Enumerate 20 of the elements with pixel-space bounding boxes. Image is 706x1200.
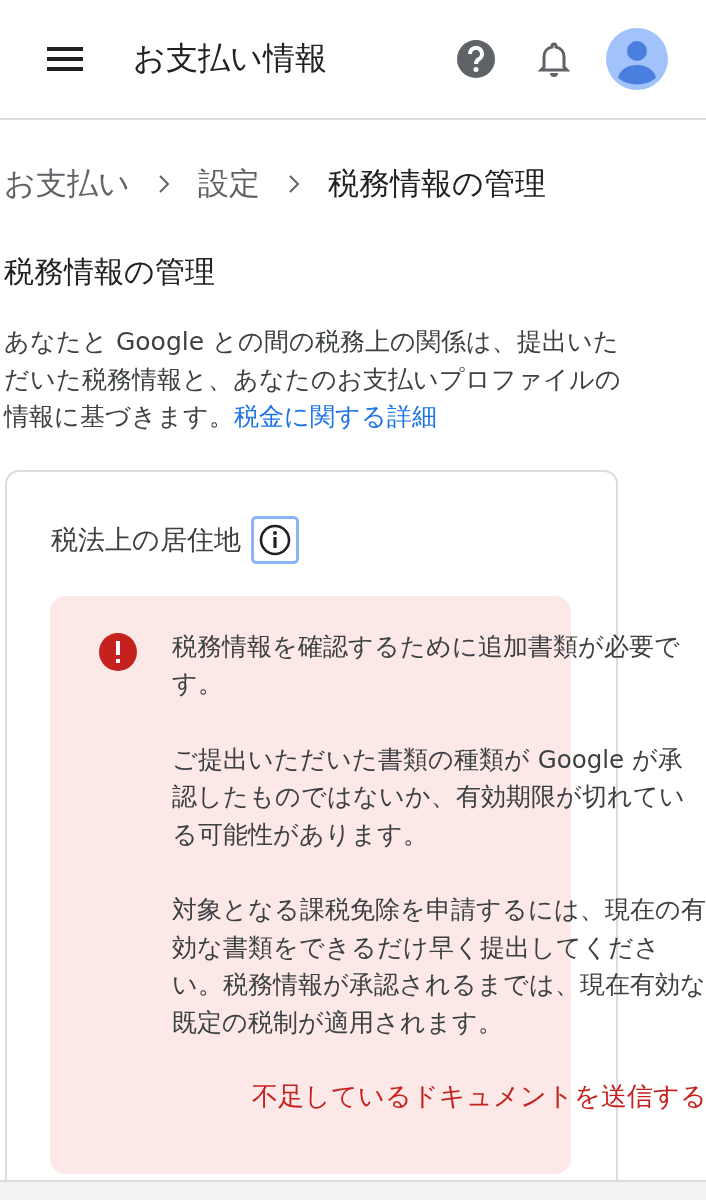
breadcrumb-link[interactable]: お支払い (4, 163, 130, 205)
intro-paragraph: あなたと Google との間の税務上の関係は、提出いただいた税務情報と、あなたのお支払いプロファイルの情報に基づきます。税金に関する詳細 (4, 326, 622, 433)
error-icon (98, 631, 138, 672)
card-title: 税法上の居住地 (51, 522, 241, 557)
bell-icon[interactable] (538, 40, 570, 78)
send-documents-link[interactable]: 不足しているドキュメントを送信する (252, 1079, 706, 1114)
breadcrumb-current: 税務情報の管理 (328, 164, 546, 203)
app-title: お支払い情報 (133, 38, 328, 79)
alert-message: 対象となる課税免除を申請するには、現在の有効な書類をできるだけ早く提出してください。税務情報が承認されるまでは、現在有効な既定の税制が適用されます。 (172, 894, 706, 1039)
help-icon[interactable] (456, 39, 496, 79)
page-heading: 税務情報の管理 (4, 253, 216, 291)
tax-details-link[interactable]: 税金に関する詳細 (234, 402, 437, 431)
alert-message: 税務情報を確認するために追加書類が必要です。 (172, 630, 681, 700)
chevron-icon (288, 174, 300, 194)
info-icon[interactable] (251, 515, 299, 564)
chevron-icon (158, 174, 170, 194)
breadcrumb-link[interactable]: 設定 (198, 163, 260, 205)
alert-message: ご提出いただいた書類の種類が Google が承認したものではないか、有効期限が切れている可能性があります。 (172, 743, 686, 851)
avatar-icon[interactable] (606, 28, 668, 90)
menu-icon[interactable] (47, 46, 83, 72)
